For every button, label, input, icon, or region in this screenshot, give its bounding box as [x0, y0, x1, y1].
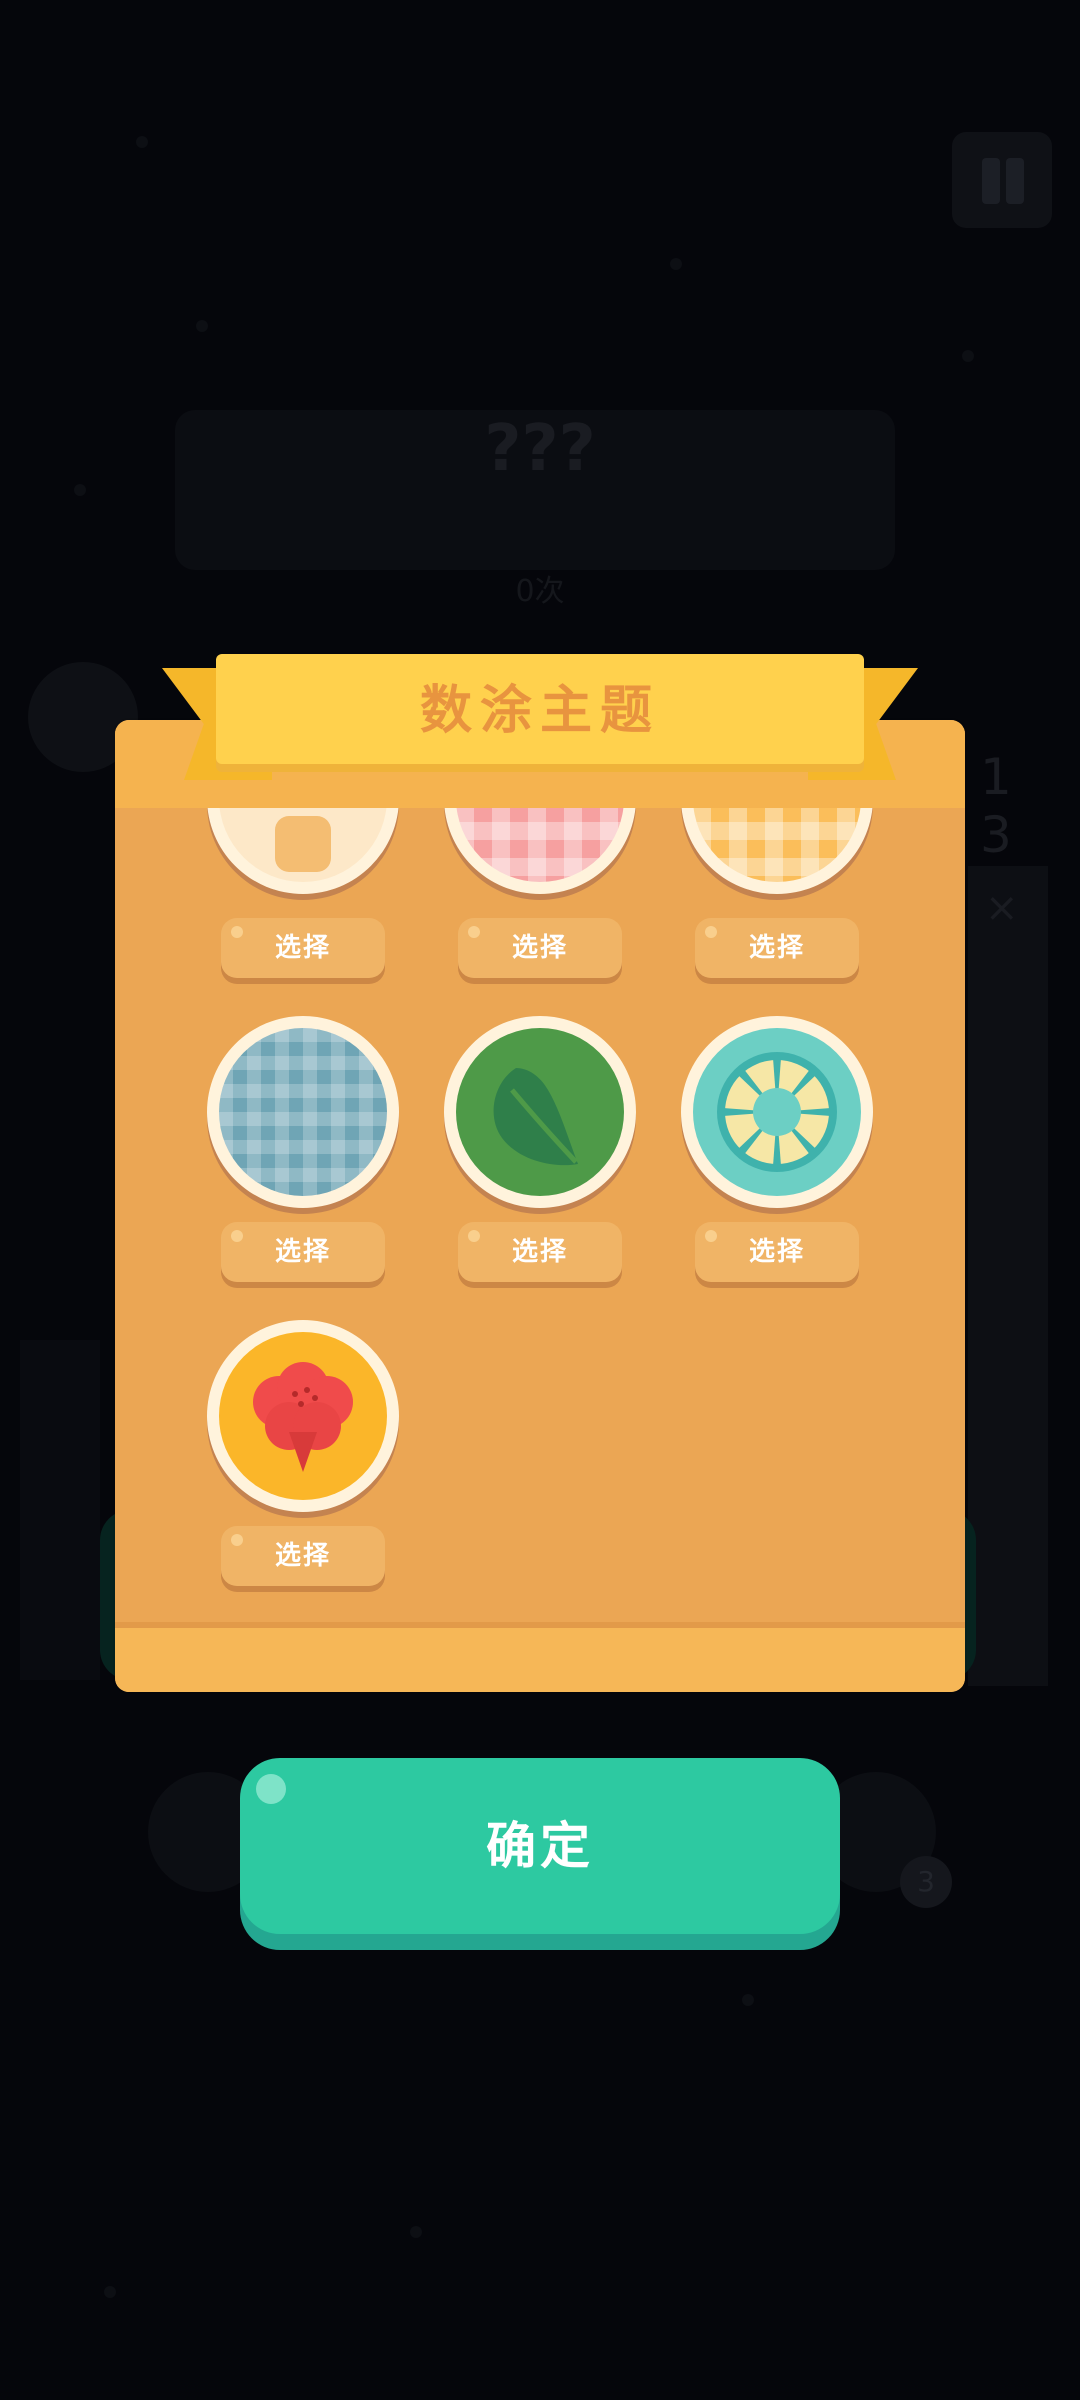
- button-shine: [468, 1230, 480, 1242]
- background-panel-right: [968, 866, 1048, 1686]
- dialog-footer-band: [115, 1622, 965, 1692]
- leaf-icon: [493, 1068, 578, 1166]
- select-button-label: 选择: [274, 933, 331, 963]
- star-decoration: [74, 484, 86, 496]
- hint-count: 3: [917, 1865, 935, 1898]
- select-button-label: 选择: [511, 1237, 568, 1267]
- select-button[interactable]: 选择: [221, 918, 385, 978]
- theme-option-1[interactable]: [207, 808, 399, 894]
- theme-option-6[interactable]: [681, 1016, 873, 1208]
- star-decoration: [136, 136, 148, 148]
- confirm-button-label: 确定: [486, 1817, 594, 1875]
- star-decoration: [104, 2286, 116, 2298]
- level-title: ???: [484, 412, 596, 486]
- select-button-label: 选择: [748, 933, 805, 963]
- hint-count-badge: 3: [900, 1856, 952, 1908]
- pause-button[interactable]: [952, 132, 1052, 228]
- theme-grid[interactable]: 选择 选择 选择 选择 选择 选择 选择: [115, 808, 965, 1622]
- select-button[interactable]: 选择: [695, 918, 859, 978]
- theme-option-2[interactable]: [444, 808, 636, 894]
- theme-option-5[interactable]: [444, 1016, 636, 1208]
- motif-icon: [275, 816, 331, 872]
- button-shine: [231, 926, 243, 938]
- sun-icon: [717, 1052, 837, 1172]
- button-shine: [231, 1230, 243, 1242]
- confirm-button[interactable]: 确定: [240, 1758, 840, 1934]
- theme-pattern-teal: [693, 1028, 861, 1196]
- star-decoration: [410, 2226, 422, 2238]
- theme-option-7[interactable]: [207, 1320, 399, 1512]
- theme-pattern-pink-gingham: [456, 808, 624, 882]
- select-button-label: 选择: [748, 1237, 805, 1267]
- theme-pattern-yellow-gingham: [693, 808, 861, 882]
- theme-option-4[interactable]: [207, 1016, 399, 1208]
- star-decoration: [196, 320, 208, 332]
- theme-pattern-orange: [219, 1332, 387, 1500]
- select-button-label: 选择: [274, 1237, 331, 1267]
- star-decoration: [670, 258, 682, 270]
- select-button[interactable]: 选择: [695, 1222, 859, 1282]
- attempts-count: 0次: [515, 574, 565, 609]
- select-button-label: 选择: [274, 1541, 331, 1571]
- background-panel-left: [20, 1340, 100, 1680]
- theme-pattern-cream: [219, 808, 387, 882]
- star-decoration: [962, 350, 974, 362]
- select-button[interactable]: 选择: [458, 918, 622, 978]
- button-shine: [705, 926, 717, 938]
- button-shine: [468, 926, 480, 938]
- select-button[interactable]: 选择: [221, 1222, 385, 1282]
- side-number: 3: [980, 806, 1012, 864]
- select-button[interactable]: 选择: [221, 1526, 385, 1586]
- theme-option-3[interactable]: [681, 808, 873, 894]
- select-button[interactable]: 选择: [458, 1222, 622, 1282]
- select-button-label: 选择: [511, 933, 568, 963]
- button-shine: [705, 1230, 717, 1242]
- pause-icon-bar: [1006, 158, 1024, 204]
- pause-icon: [982, 158, 1000, 204]
- theme-pattern-green: [456, 1028, 624, 1196]
- dialog-title: 数涂主题: [419, 681, 660, 741]
- close-icon[interactable]: ×: [985, 885, 1019, 931]
- button-shine: [231, 1534, 243, 1546]
- side-number: 1: [980, 748, 1012, 806]
- flower-icon: [253, 1362, 353, 1472]
- star-decoration: [742, 1994, 754, 2006]
- theme-pattern-blue-plaid: [219, 1028, 387, 1196]
